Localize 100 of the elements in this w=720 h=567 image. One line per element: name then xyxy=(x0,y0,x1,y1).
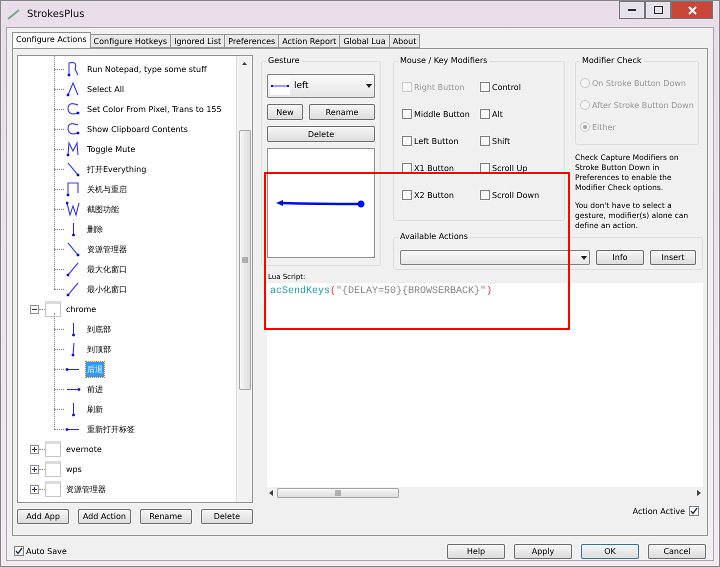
tree-item[interactable]: 最大化窗口 xyxy=(86,262,128,276)
action-active-label: Action Active xyxy=(632,506,685,516)
tree-item[interactable]: 删除 xyxy=(86,222,104,236)
tab[interactable]: Preferences xyxy=(224,34,280,48)
tree-item[interactable]: 前进 xyxy=(86,382,104,396)
tree-item[interactable]: chrome xyxy=(65,302,98,316)
checkbox-label: X1 Button xyxy=(414,164,454,172)
tree-button[interactable]: Delete xyxy=(200,509,253,524)
tree-item[interactable]: 关机与重启 xyxy=(86,182,128,196)
checkbox-label: Scroll Down xyxy=(492,190,540,200)
dropdown-arrow-icon xyxy=(581,256,587,260)
tree-item[interactable]: evernote xyxy=(65,442,103,456)
gesture-stroke-icon xyxy=(65,366,81,372)
action-active-checkbox[interactable] xyxy=(689,506,699,516)
modifier-checkbox[interactable] xyxy=(480,109,490,119)
left-arrow-stroke-icon xyxy=(276,198,366,208)
code-token: acSendKeys xyxy=(270,286,330,297)
gesture-stroke-icon xyxy=(66,81,80,97)
modifier-checkbox[interactable] xyxy=(480,82,490,92)
expand-icon[interactable] xyxy=(30,484,39,494)
tree-item[interactable]: 打开Everything xyxy=(86,162,148,176)
minimize-button[interactable] xyxy=(619,1,645,19)
tab[interactable]: Global Lua xyxy=(339,34,390,48)
gesture-stroke-icon xyxy=(66,161,80,177)
dialog-button[interactable]: Cancel xyxy=(648,544,706,558)
checkbox-label: Shift xyxy=(492,136,510,146)
checkbox-label: Alt xyxy=(492,110,503,118)
gesture-button[interactable]: New xyxy=(267,104,303,120)
vertical-scrollbar[interactable] xyxy=(236,56,252,502)
tree-item[interactable]: Toggle Mute xyxy=(86,142,136,156)
gesture-stroke-icon xyxy=(65,426,81,432)
tree-item[interactable]: Set Color From Pixel, Trans to 155 xyxy=(86,102,223,116)
gesture-stroke-icon xyxy=(70,401,76,417)
minimize-icon xyxy=(628,9,636,11)
scrollbar-thumb[interactable] xyxy=(277,488,399,498)
app-icon xyxy=(45,481,61,497)
modifier-checkbox[interactable] xyxy=(402,163,412,173)
scrollbar-thumb[interactable] xyxy=(238,130,250,390)
tab[interactable]: Configure Hotkeys xyxy=(90,34,172,48)
dialog-button[interactable]: Help xyxy=(447,544,505,558)
maximize-icon xyxy=(654,6,662,14)
auto-save-checkbox[interactable] xyxy=(14,546,24,556)
tree-item[interactable]: Run Notepad, type some stuff xyxy=(86,62,208,76)
modifier-checkbox[interactable] xyxy=(480,190,490,200)
checkbox-label: X2 Button xyxy=(414,190,454,200)
tree-item[interactable]: Show Clipboard Contents xyxy=(86,122,189,136)
modifier-checkbox[interactable] xyxy=(402,136,412,146)
checkbox-label: Control xyxy=(492,82,521,92)
modifier-checkbox[interactable] xyxy=(402,190,412,200)
tab[interactable]: Configure Actions xyxy=(12,32,91,48)
tab[interactable]: Action Report xyxy=(278,34,340,48)
gesture-dropdown[interactable]: left xyxy=(267,74,375,98)
tree-item[interactable]: 到顶部 xyxy=(86,342,112,356)
tree-item[interactable]: 资源管理器 xyxy=(65,482,107,496)
tree-item[interactable]: 到底部 xyxy=(86,322,112,336)
tree-item[interactable]: 截图功能 xyxy=(86,202,120,216)
actions-dropdown[interactable] xyxy=(400,250,590,265)
gesture-stroke-icon xyxy=(66,61,80,77)
scroll-left-icon[interactable] xyxy=(269,490,273,496)
group-title: Mouse / Key Modifiers xyxy=(398,56,490,65)
gesture-stroke-icon xyxy=(70,221,76,237)
close-button[interactable] xyxy=(671,1,713,19)
collapse-icon[interactable] xyxy=(30,304,39,314)
modifier-checkbox[interactable] xyxy=(480,163,490,173)
window-title: StrokesPlus xyxy=(27,8,84,20)
tree-item[interactable]: 重新打开标签 xyxy=(86,422,136,436)
auto-save-label: Auto Save xyxy=(26,546,67,556)
tree-button[interactable]: Rename xyxy=(140,509,192,524)
radio-label: After Stroke Button Down xyxy=(592,100,694,110)
checkbox-label: Scroll Up xyxy=(492,164,528,172)
group-title: Modifier Check xyxy=(580,56,644,65)
modifier-checkbox[interactable] xyxy=(480,136,490,146)
gesture-stroke-icon xyxy=(66,141,80,157)
tab[interactable]: Ignored List xyxy=(170,34,226,48)
code-token: ( xyxy=(330,286,336,297)
info-button[interactable]: Info xyxy=(596,250,644,265)
tree-item[interactable]: wps xyxy=(65,462,83,476)
tree-item[interactable]: 资源管理器 xyxy=(86,242,128,256)
modifier-checkbox[interactable] xyxy=(402,109,412,119)
maximize-button[interactable] xyxy=(645,1,671,19)
expand-icon[interactable] xyxy=(30,464,39,474)
dialog-button[interactable]: OK xyxy=(581,544,639,558)
app-icon xyxy=(45,441,61,457)
gesture-button[interactable]: Delete xyxy=(267,126,375,142)
tree-item[interactable]: 刷新 xyxy=(86,402,104,416)
gesture-stroke-icon xyxy=(70,341,76,357)
code-token: ) xyxy=(486,286,492,297)
expand-icon[interactable] xyxy=(30,444,39,454)
tree-item[interactable]: Select All xyxy=(86,82,126,96)
gesture-stroke-icon xyxy=(66,241,80,257)
tree-button[interactable]: Add App xyxy=(17,509,70,524)
gesture-stroke-icon xyxy=(70,321,76,337)
lua-script-editor[interactable]: acSendKeys("{DELAY=50}{BROWSERBACK}") xyxy=(267,283,703,499)
gesture-button[interactable]: Rename xyxy=(309,104,375,120)
dialog-button[interactable]: Apply xyxy=(514,544,572,558)
tree-item[interactable]: 最小化窗口 xyxy=(86,282,128,296)
insert-button[interactable]: Insert xyxy=(650,250,696,265)
scroll-right-icon[interactable] xyxy=(697,490,701,496)
tree-button[interactable]: Add Action xyxy=(78,509,130,524)
tab[interactable]: About xyxy=(388,34,420,48)
